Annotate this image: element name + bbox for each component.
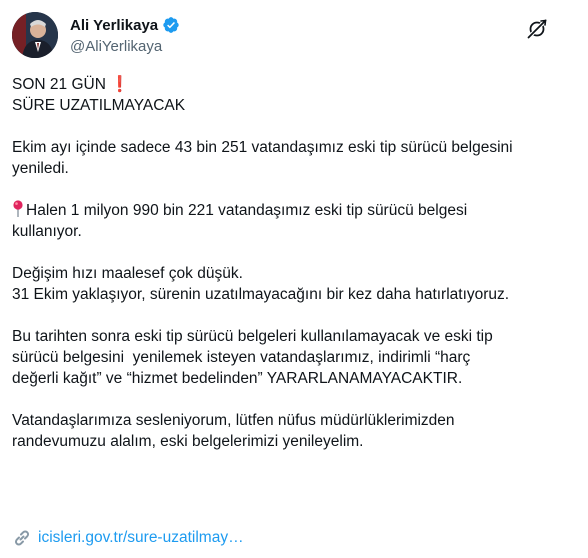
text-line: kullanıyor. [12, 223, 82, 240]
paragraph-5: Bu tarihten sonra eski tip sürücü belgel… [12, 326, 580, 389]
text-line: SON 21 GÜN ❗ [12, 74, 580, 95]
tweet-header: Ali Yerlikaya @AliYerlikaya [12, 12, 576, 60]
paragraph-6: Vatandaşlarımıza sesleniyorum, lütfen nü… [12, 410, 580, 452]
grok-icon[interactable] [526, 18, 548, 40]
text-line: Değişim hızı maalesef çok düşük. [12, 265, 243, 282]
text-segment: Halen 1 milyon 990 bin 221 vatandaşımız … [26, 202, 468, 219]
text-line: SÜRE UZATILMAYACAK [12, 97, 186, 114]
handle[interactable]: @AliYerlikaya [70, 38, 180, 56]
paragraph-3: Halen 1 milyon 990 bin 221 vatandaşımız … [12, 200, 580, 242]
text-line: yeniledi. [12, 160, 69, 177]
link-text[interactable]: icisleri.gov.tr/sure-uzatilmay… [38, 529, 244, 547]
text-line: sürücü belgesini yenilemek isteyen vatan… [12, 349, 471, 366]
link-icon [12, 529, 32, 547]
text-segment: SON 21 GÜN [12, 76, 106, 93]
tweet-text: SON 21 GÜN ❗ SÜRE UZATILMAYACAK Ekim ayı… [12, 74, 580, 473]
display-name[interactable]: Ali Yerlikaya [70, 17, 158, 34]
avatar[interactable] [12, 12, 58, 58]
display-name-row: Ali Yerlikaya [70, 15, 180, 35]
author-names: Ali Yerlikaya @AliYerlikaya [70, 15, 180, 56]
text-line: Vatandaşlarımıza sesleniyorum, lütfen nü… [12, 412, 455, 429]
text-line: Bu tarihten sonra eski tip sürücü belgel… [12, 328, 493, 345]
text-line: değerli kağıt” ve “hizmet bedelinden” YA… [12, 370, 463, 387]
avatar-image [12, 12, 58, 58]
text-line: 31 Ekim yaklaşıyor, sürenin uzatılmayaca… [12, 286, 510, 303]
verified-badge-icon[interactable] [162, 16, 180, 34]
round-pushpin-icon [12, 200, 24, 218]
paragraph-4: Değişim hızı maalesef çok düşük. 31 Ekim… [12, 263, 580, 305]
tweet-link[interactable]: icisleri.gov.tr/sure-uzatilmay… [12, 527, 244, 549]
text-line: randevumuzu alalım, eski belgelerimizi y… [12, 433, 364, 450]
paragraph-1: SON 21 GÜN ❗ SÜRE UZATILMAYACAK [12, 74, 580, 116]
red-exclamation-icon: ❗ [110, 76, 130, 93]
text-line: Halen 1 milyon 990 bin 221 vatandaşımız … [12, 200, 580, 221]
paragraph-2: Ekim ayı içinde sadece 43 bin 251 vatand… [12, 137, 580, 179]
text-line: Ekim ayı içinde sadece 43 bin 251 vatand… [12, 139, 513, 156]
